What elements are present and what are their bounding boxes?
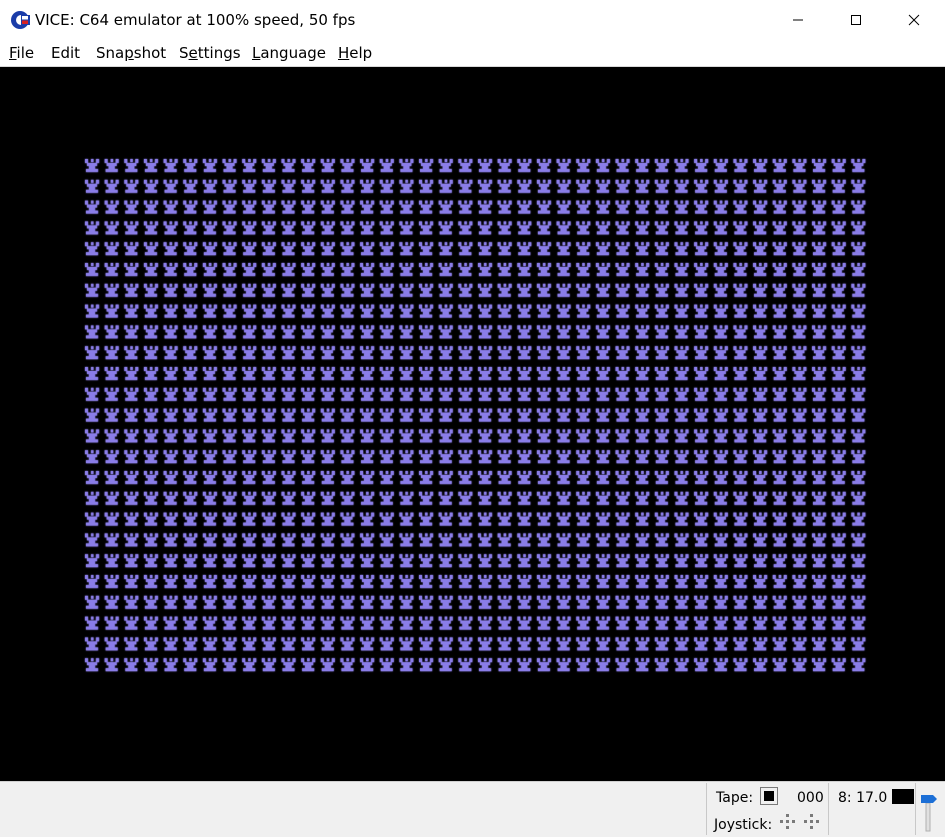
menu-snapshot[interactable]: Snapshot — [96, 44, 166, 62]
title-bar[interactable]: VICE: C64 emulator at 100% speed, 50 fps — [0, 0, 945, 40]
close-button[interactable] — [891, 0, 937, 40]
maximize-button[interactable] — [833, 0, 879, 40]
menu-settings[interactable]: Settings — [179, 44, 241, 62]
minimize-icon — [793, 19, 803, 21]
joystick-label: Joystick: — [714, 817, 773, 833]
minimize-button[interactable] — [775, 0, 821, 40]
volume-slider-icon[interactable] — [918, 793, 940, 833]
menu-language[interactable]: Language — [252, 44, 326, 62]
joystick-port1-icon — [780, 814, 796, 830]
close-icon — [908, 14, 920, 26]
menu-help[interactable]: Help — [338, 44, 372, 62]
tape-stop-button[interactable] — [760, 787, 778, 805]
emulator-display[interactable] — [0, 67, 945, 781]
menu-bar: File Edit Snapshot Settings Language Hel… — [0, 40, 945, 66]
tape-label: Tape: — [716, 790, 754, 806]
c64-screen-glyph-grid — [83, 157, 869, 677]
menu-edit[interactable]: Edit — [51, 44, 80, 62]
status-divider — [915, 783, 916, 835]
status-divider — [706, 783, 707, 835]
commodore-logo-icon — [11, 11, 30, 29]
maximize-icon — [851, 15, 861, 25]
menu-file[interactable]: File — [9, 44, 34, 62]
window-title: VICE: C64 emulator at 100% speed, 50 fps — [35, 11, 356, 29]
status-divider — [828, 783, 829, 835]
tape-counter: 000 — [797, 790, 824, 806]
drive-status: 8: 17.0 — [838, 790, 888, 806]
joystick-port2-icon — [804, 814, 820, 830]
drive-led — [892, 789, 914, 804]
